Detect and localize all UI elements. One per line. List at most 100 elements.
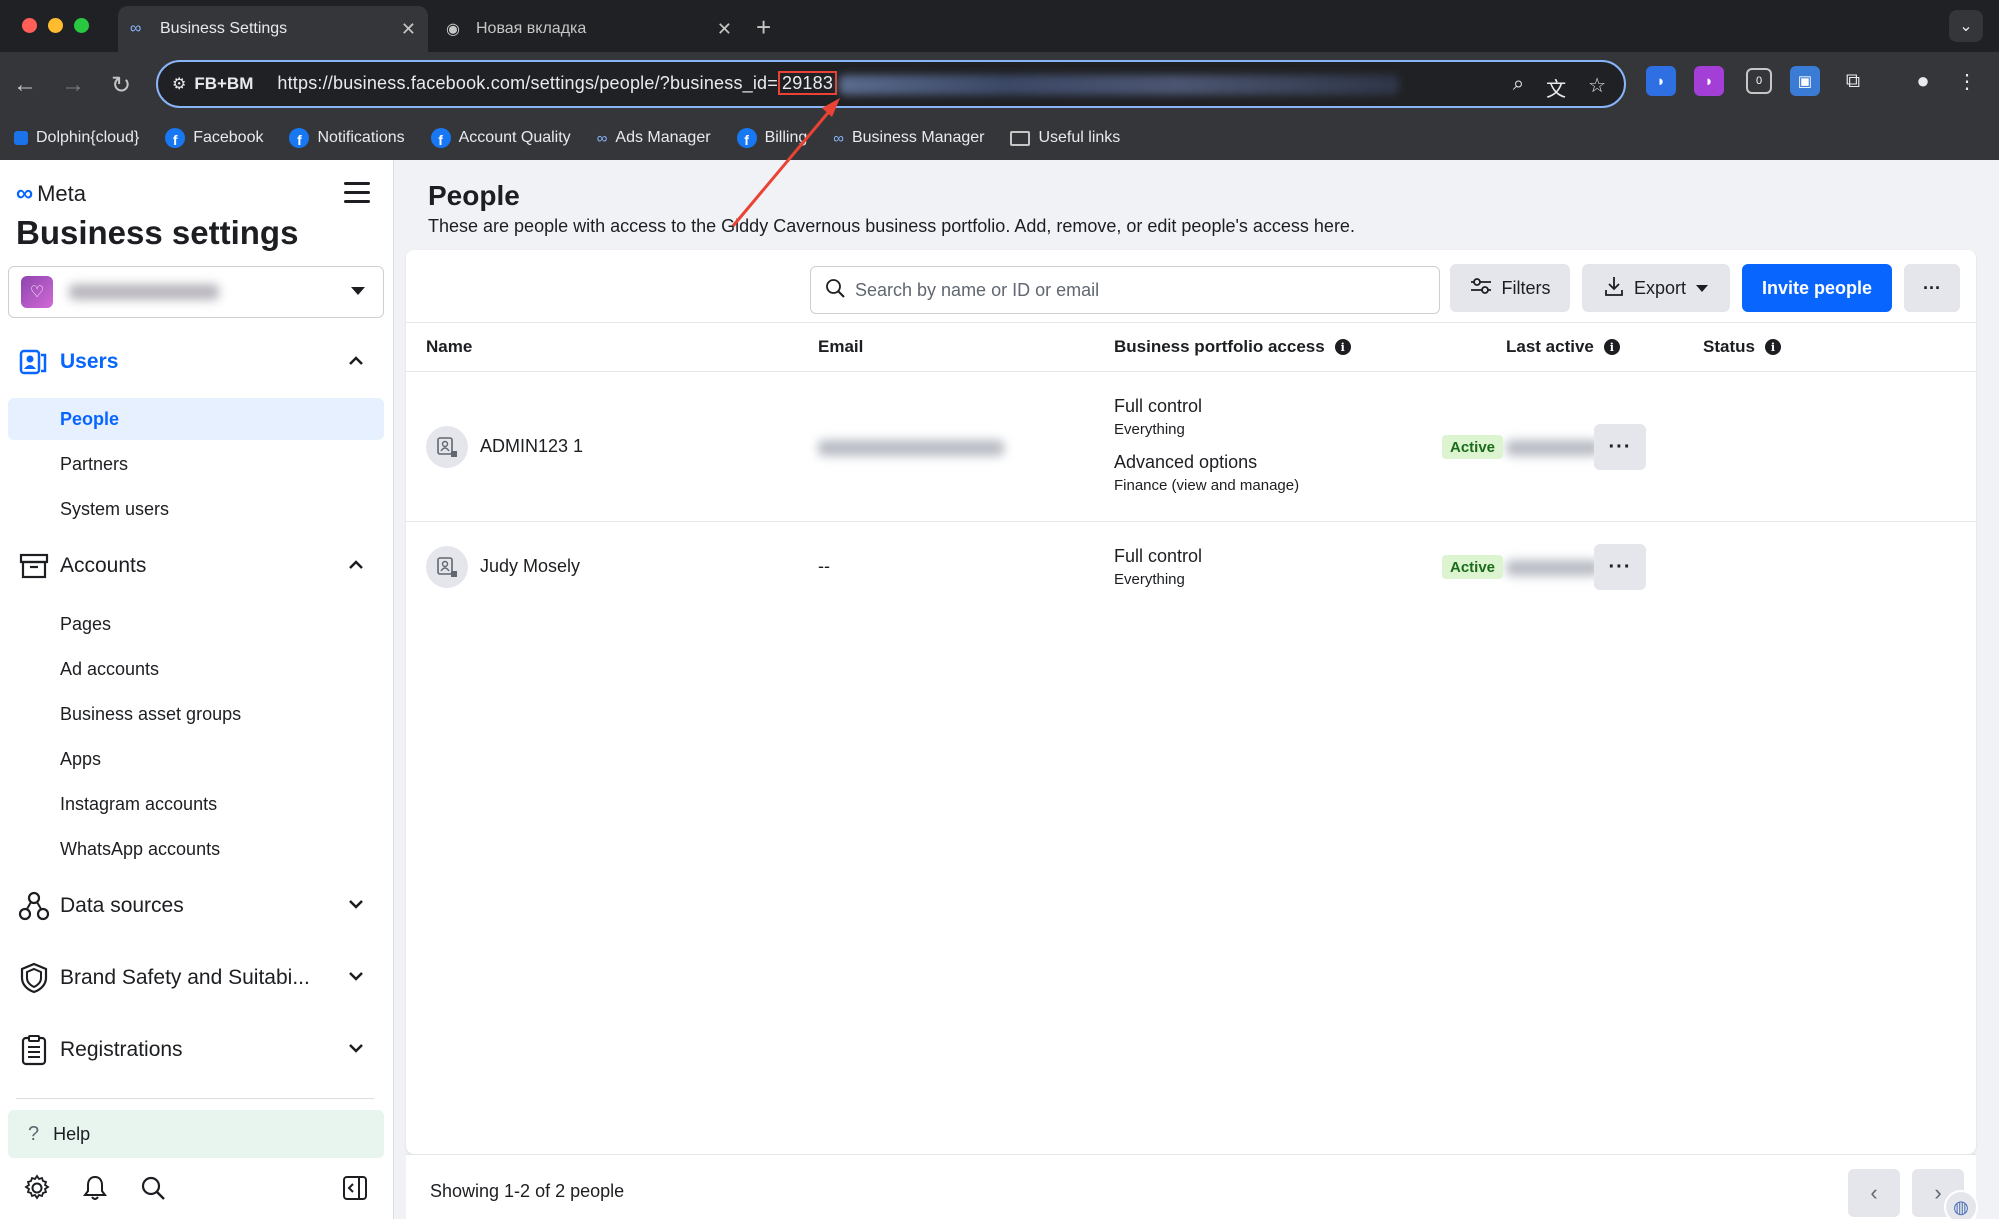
url-highlighted-business-id: 29183 xyxy=(777,71,838,96)
bookmarks-bar: Dolphin{cloud} f Facebook f Notifications … xyxy=(0,118,1999,158)
sidebar-item-whatsapp-accounts[interactable]: WhatsApp accounts xyxy=(60,839,220,860)
business-portfolio-selector[interactable]: ♡ xyxy=(8,266,384,318)
extensions-puzzle-icon[interactable]: ⧉ xyxy=(1838,66,1868,96)
pagination-summary: Showing 1-2 of 2 people xyxy=(430,1181,625,1201)
users-icon xyxy=(16,344,52,380)
translate-icon[interactable]: 文 xyxy=(1546,73,1566,102)
browser-menu-icon[interactable]: ⋮ xyxy=(1952,66,1982,96)
address-bar[interactable]: ⚙ FB+BM https://business.facebook.com/se… xyxy=(156,60,1626,108)
column-last-active[interactable]: Last active i xyxy=(1506,337,1620,357)
column-status[interactable]: Status i xyxy=(1703,337,1781,357)
more-options-button[interactable]: ··· xyxy=(1904,264,1960,312)
bookmark-notifications[interactable]: f Notifications xyxy=(289,128,405,148)
meta-icon: ∞ xyxy=(833,129,844,147)
filters-button[interactable]: Filters xyxy=(1450,264,1570,312)
hamburger-menu-icon[interactable] xyxy=(344,182,370,204)
sidebar-item-business-asset-groups[interactable]: Business asset groups xyxy=(60,704,241,725)
bookmark-business-manager[interactable]: ∞ Business Manager xyxy=(833,129,984,147)
business-avatar: ♡ xyxy=(21,276,53,308)
sidebar-item-pages[interactable]: Pages xyxy=(60,614,111,635)
close-window-button[interactable] xyxy=(22,18,37,33)
search-icon[interactable]: ⌕ xyxy=(1513,73,1524,102)
close-tab-icon[interactable]: ✕ xyxy=(717,19,732,40)
invite-people-button[interactable]: Invite people xyxy=(1742,264,1892,312)
people-table-card: Filters Export Invite people ··· Name Em… xyxy=(406,250,1976,1154)
site-settings-icon[interactable]: ⚙ xyxy=(172,74,186,94)
profile-icon[interactable]: ● xyxy=(1908,66,1938,96)
image-extension-icon[interactable]: ▣ xyxy=(1790,66,1820,96)
meta-logo: ∞ Meta xyxy=(16,180,87,207)
meta-icon: ∞ xyxy=(596,129,608,147)
counter-extension-icon[interactable]: 0 xyxy=(1746,68,1772,94)
facebook-icon: f xyxy=(289,128,310,148)
bookmark-ads-manager[interactable]: ∞ Ads Manager xyxy=(597,129,711,147)
data-sources-icon xyxy=(16,888,52,924)
help-button[interactable]: ? Help xyxy=(8,1110,384,1158)
export-button[interactable]: Export xyxy=(1582,264,1730,312)
meta-icon: ∞ xyxy=(130,20,142,37)
info-icon[interactable]: i xyxy=(1764,339,1781,355)
table-row[interactable]: Judy Mosely -- Full control Everything A… xyxy=(406,522,1976,614)
business-name-redacted xyxy=(69,284,219,300)
user-name[interactable]: Judy Mosely xyxy=(480,556,580,577)
new-tab-button[interactable]: + xyxy=(756,12,771,43)
sidebar-title: Business settings xyxy=(16,214,299,251)
search-icon[interactable] xyxy=(138,1172,168,1204)
tab-business-settings[interactable]: ∞ Business Settings ✕ xyxy=(118,6,428,52)
table-row[interactable]: ADMIN123 1 Full control Everything Advan… xyxy=(406,372,1976,522)
sidebar-section-users[interactable]: Users xyxy=(16,344,364,380)
forward-button[interactable]: → xyxy=(56,68,90,102)
chevron-up-icon xyxy=(348,353,364,371)
sidebar-section-data-sources[interactable]: Data sources xyxy=(16,888,364,924)
column-access[interactable]: Business portfolio access i xyxy=(1114,337,1351,357)
bookmark-facebook[interactable]: f Facebook xyxy=(165,128,263,148)
facebook-icon: f xyxy=(165,128,186,148)
row-more-button[interactable]: ··· xyxy=(1594,544,1646,590)
previous-page-button[interactable]: ‹ xyxy=(1848,1169,1900,1217)
column-email[interactable]: Email xyxy=(818,337,863,357)
sidebar-section-brand-safety[interactable]: Brand Safety and Suitabi... xyxy=(16,960,364,996)
sidebar-item-system-users[interactable]: System users xyxy=(60,499,169,520)
search-input[interactable] xyxy=(855,279,1415,301)
bookmark-account-quality[interactable]: f Account Quality xyxy=(430,128,571,148)
sidebar-section-accounts[interactable]: Accounts xyxy=(16,548,364,584)
purple-extension-icon[interactable]: ◗ xyxy=(1694,66,1724,96)
back-button[interactable]: ← xyxy=(8,68,42,102)
tab-search-button[interactable]: ⌄ xyxy=(1949,10,1983,42)
chevron-down-icon xyxy=(348,1041,364,1059)
sidebar-item-instagram-accounts[interactable]: Instagram accounts xyxy=(60,794,217,815)
search-field[interactable] xyxy=(810,266,1440,314)
row-more-button[interactable]: ··· xyxy=(1594,424,1646,470)
globe-icon[interactable]: ◍ xyxy=(1944,1190,1978,1219)
last-active-redacted xyxy=(1506,560,1600,576)
minimize-window-button[interactable] xyxy=(48,18,63,33)
info-icon[interactable]: i xyxy=(1334,339,1351,355)
dolphin-extension-icon[interactable]: ◗ xyxy=(1646,66,1676,96)
close-tab-icon[interactable]: ✕ xyxy=(401,19,416,40)
sidebar-item-apps[interactable]: Apps xyxy=(60,749,101,770)
column-name[interactable]: Name xyxy=(426,337,472,357)
search-icon xyxy=(825,278,845,303)
gear-icon[interactable] xyxy=(22,1172,52,1204)
reload-button[interactable]: ↻ xyxy=(104,68,138,102)
bell-icon[interactable] xyxy=(80,1172,110,1204)
browser-tab-bar: ∞ Business Settings ✕ ◉ Новая вкладка ✕ … xyxy=(0,0,1999,52)
sidebar-section-registrations[interactable]: Registrations xyxy=(16,1032,364,1068)
user-name[interactable]: ADMIN123 1 xyxy=(480,436,583,457)
bookmark-useful-links[interactable]: Useful links xyxy=(1010,129,1120,147)
chevron-up-icon xyxy=(348,557,364,575)
sidebar-item-people[interactable]: People xyxy=(60,409,119,430)
bookmark-star-icon[interactable]: ☆ xyxy=(1588,73,1606,102)
info-icon[interactable]: i xyxy=(1603,339,1620,355)
bookmark-dolphin[interactable]: Dolphin{cloud} xyxy=(14,129,139,147)
sidebar: ∞ Meta Business settings ♡ Users People … xyxy=(0,160,394,1219)
maximize-window-button[interactable] xyxy=(74,18,89,33)
facebook-icon: f xyxy=(736,128,757,148)
collapse-sidebar-icon[interactable] xyxy=(340,1172,370,1204)
bookmark-billing[interactable]: f Billing xyxy=(736,128,807,148)
tab-new-tab[interactable]: ◉ Новая вкладка ✕ xyxy=(434,6,744,52)
sidebar-item-ad-accounts[interactable]: Ad accounts xyxy=(60,659,159,680)
sidebar-item-partners[interactable]: Partners xyxy=(60,454,128,475)
shield-icon xyxy=(16,960,52,996)
user-email: -- xyxy=(818,556,830,576)
